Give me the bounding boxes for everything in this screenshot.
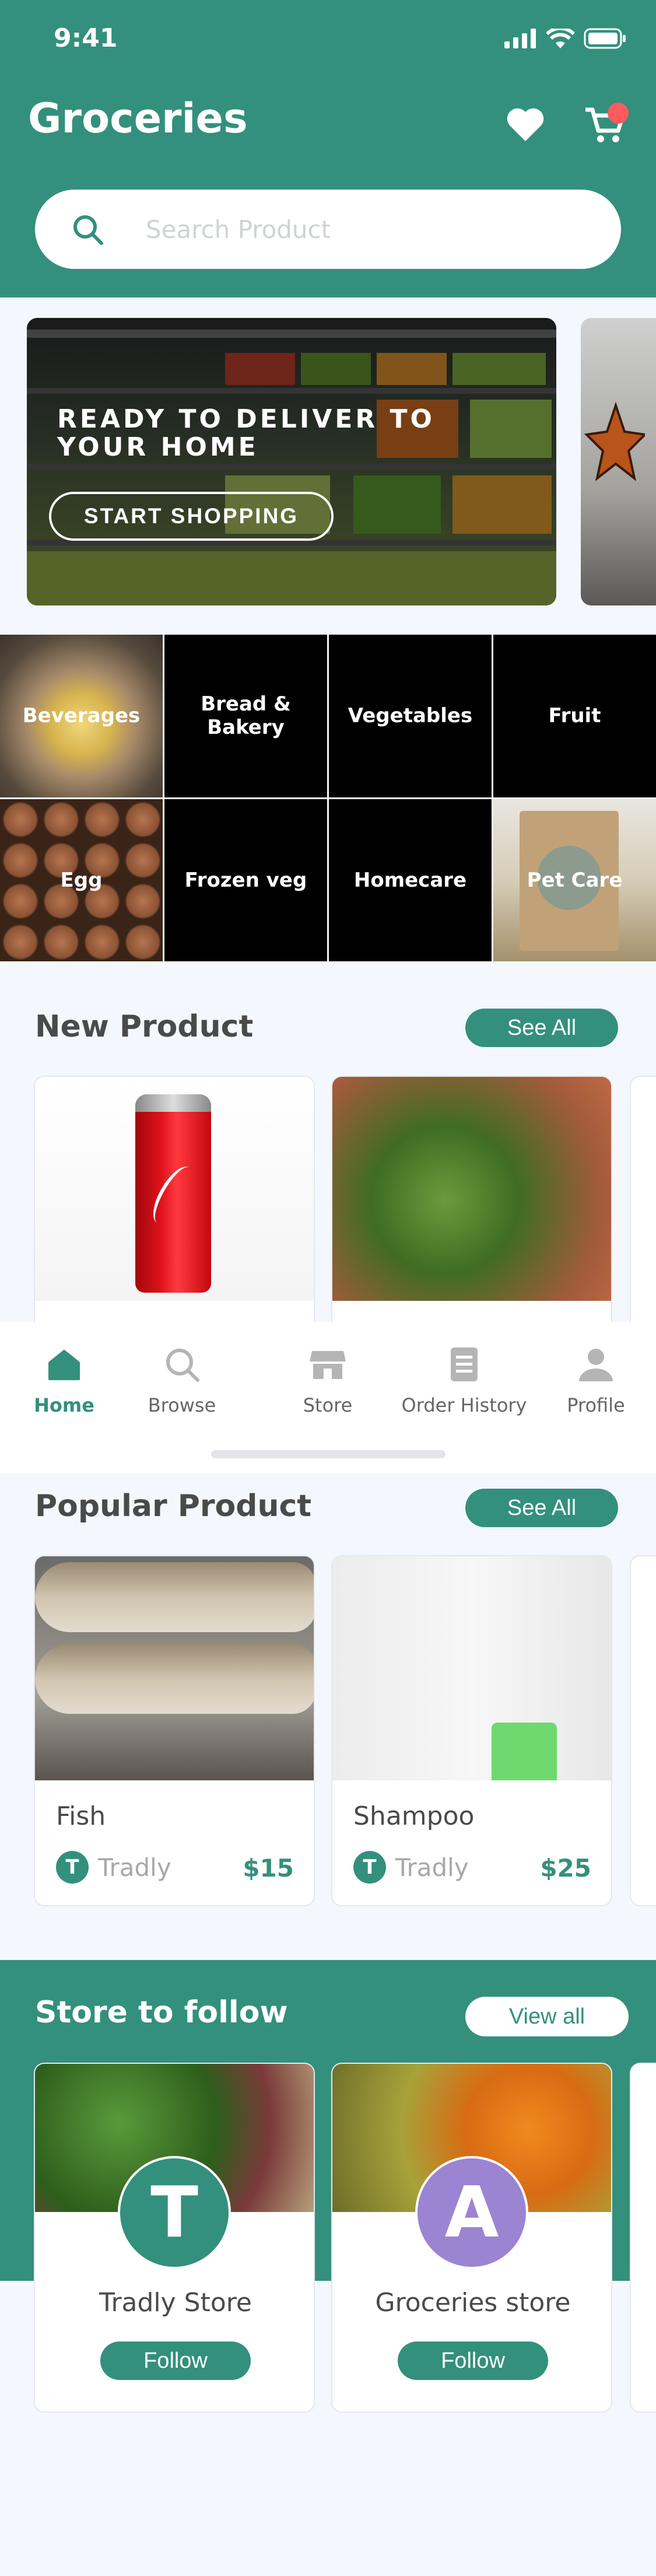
store-icon [310, 1351, 346, 1379]
category-grid: Beverages Bread & Bakery Vegetables Frui… [0, 635, 656, 961]
product-image [332, 1077, 611, 1301]
category-homecare[interactable]: Homecare [329, 799, 492, 961]
promo-banner[interactable]: READY TO DELIVER TO YOUR HOME START SHOP… [27, 318, 556, 606]
category-label: Frozen veg [184, 868, 307, 892]
status-icons [504, 28, 627, 49]
product-image [35, 1556, 314, 1780]
nav-store[interactable]: Store [269, 1345, 386, 1433]
category-egg[interactable]: Egg [0, 799, 163, 961]
status-time: 9:41 [54, 23, 118, 53]
popular-product-see-all-button[interactable]: See All [465, 1489, 618, 1527]
page-title: Groceries [28, 94, 248, 142]
category-beverages[interactable]: Beverages [0, 635, 163, 797]
nav-label: Browse [148, 1394, 216, 1416]
category-label: Egg [60, 868, 103, 892]
battery-icon [584, 28, 626, 49]
search-icon [73, 215, 103, 245]
nav-label: Home [34, 1394, 94, 1416]
wifi-icon [546, 29, 574, 48]
nav-label: Profile [567, 1394, 625, 1416]
category-pet-care[interactable]: Pet Care [493, 799, 656, 961]
category-label: Pet Care [527, 868, 623, 892]
store-card-peek[interactable] [630, 2063, 656, 2413]
app-header: 9:41 Groceries [0, 0, 656, 298]
nav-browse[interactable]: Browse [124, 1345, 240, 1433]
store-avatar: T [118, 2156, 231, 2269]
category-label: Fruit [548, 704, 601, 728]
follow-button[interactable]: Follow [398, 2342, 548, 2380]
nav-profile[interactable]: Profile [538, 1345, 654, 1433]
product-seller[interactable]: T Tradly [56, 1851, 171, 1884]
coke-can-image [135, 1094, 211, 1293]
product-image [332, 1556, 611, 1780]
heart-icon[interactable] [506, 107, 545, 142]
nav-label: Store [303, 1394, 353, 1416]
signal-icon [504, 29, 536, 48]
home-indicator[interactable] [211, 1450, 445, 1458]
store-avatar: A [415, 2156, 528, 2269]
category-label: Bread & Bakery [201, 692, 291, 740]
category-fruit[interactable]: Fruit [493, 635, 656, 797]
nav-home[interactable]: Home [6, 1345, 122, 1433]
profile-icon [579, 1349, 613, 1381]
new-product-see-all-button[interactable]: See All [465, 1009, 618, 1047]
product-image [35, 1077, 314, 1301]
home-icon [48, 1350, 80, 1380]
product-price: $25 [540, 1854, 591, 1882]
category-vegetables[interactable]: Vegetables [329, 635, 492, 797]
store-card-groceries[interactable]: A Groceries store Follow [331, 2063, 612, 2413]
store-card-tradly[interactable]: T Tradly Store Follow [34, 2063, 315, 2413]
category-label: Beverages [22, 704, 141, 728]
fish-image [35, 1562, 314, 1632]
seller-avatar: T [353, 1851, 386, 1884]
product-price: $15 [243, 1854, 294, 1882]
product-card-fish[interactable]: Fish T Tradly $15 [34, 1555, 315, 1906]
search-bar[interactable] [35, 190, 621, 269]
fish-image [35, 1644, 314, 1714]
store-name: Groceries store [375, 2288, 571, 2318]
bottom-nav: Home Browse Store Order History Profile [0, 1322, 656, 1474]
category-bread-bakery[interactable]: Bread & Bakery [164, 635, 327, 797]
store-section-title: Store to follow [35, 1995, 288, 2030]
banner-title-line1: READY TO DELIVER TO [57, 404, 435, 434]
banner-image [584, 401, 645, 481]
nav-label: Order History [401, 1394, 527, 1416]
popular-product-title: Popular Product [35, 1489, 312, 1524]
product-seller[interactable]: T Tradly [353, 1851, 469, 1884]
search-input[interactable] [146, 207, 589, 251]
product-card-shampoo[interactable]: Shampoo T Tradly $25 [331, 1555, 612, 1906]
category-label: Vegetables [348, 704, 473, 728]
category-frozen-veg[interactable]: Frozen veg [164, 799, 327, 961]
view-all-stores-button[interactable]: View all [465, 1997, 629, 2036]
order-history-icon [451, 1348, 478, 1381]
start-shopping-button[interactable]: START SHOPPING [49, 492, 334, 541]
search-icon [166, 1349, 199, 1382]
product-card-peek[interactable] [630, 1555, 656, 1906]
banner-title-line2: YOUR HOME [57, 432, 259, 462]
cart-badge [608, 103, 629, 124]
product-name: Fish [56, 1801, 106, 1831]
seller-avatar: T [56, 1851, 89, 1884]
store-name: Tradly Store [99, 2288, 252, 2318]
product-name: Shampoo [353, 1801, 475, 1831]
seller-name: Tradly [395, 1853, 469, 1882]
status-bar: 9:41 [0, 0, 656, 76]
promo-banner-next[interactable] [581, 318, 656, 606]
category-label: Homecare [353, 868, 467, 892]
nav-order-history[interactable]: Order History [402, 1345, 527, 1433]
follow-button[interactable]: Follow [100, 2342, 251, 2380]
banner-title: READY TO DELIVER TO YOUR HOME [57, 405, 465, 461]
seller-name: Tradly [98, 1853, 171, 1882]
new-product-title: New Product [35, 1009, 254, 1044]
shampoo-bottle-image [492, 1723, 557, 1780]
